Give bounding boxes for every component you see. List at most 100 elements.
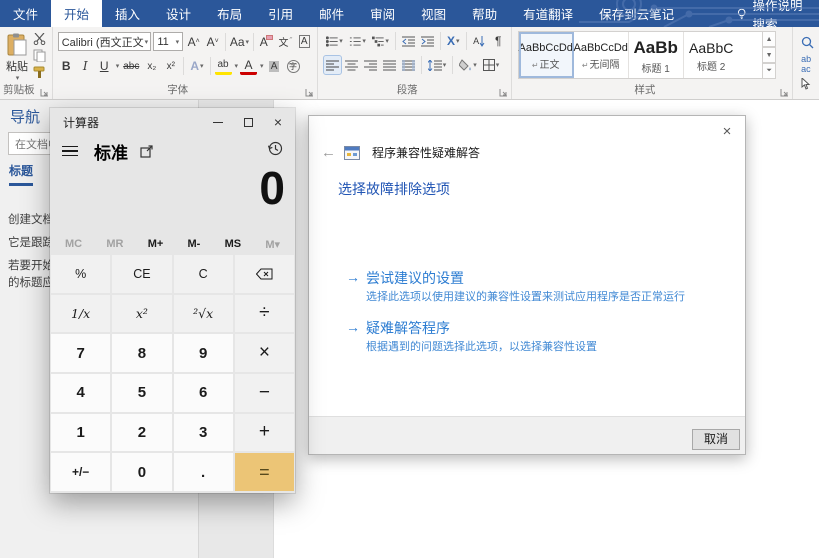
change-case-button[interactable]: Aa▾: [230, 33, 249, 51]
character-shading-button[interactable]: A: [266, 57, 283, 75]
memory-subtract-button[interactable]: M-: [188, 238, 201, 251]
tab-design[interactable]: 设计: [153, 0, 204, 27]
key-equals[interactable]: =: [235, 453, 294, 491]
style-normal[interactable]: AaBbCcDd 正文: [519, 32, 574, 78]
styles-dialog-launcher-icon[interactable]: [780, 88, 789, 97]
tab-help[interactable]: 帮助: [459, 0, 510, 27]
key-7[interactable]: 7: [51, 334, 110, 372]
paste-dropdown-caret[interactable]: ▾: [5, 74, 30, 82]
key-reciprocal[interactable]: 1/x: [51, 295, 110, 333]
strikethrough-button[interactable]: abc: [121, 57, 141, 75]
align-right-button[interactable]: [362, 56, 379, 74]
cancel-button[interactable]: 取消: [692, 429, 740, 450]
key-percent[interactable]: %: [51, 255, 110, 293]
clear-formatting-button[interactable]: A: [258, 33, 275, 51]
key-3[interactable]: 3: [174, 414, 233, 452]
key-subtract[interactable]: −: [235, 374, 294, 412]
bullet-list-button[interactable]: ▾: [324, 32, 345, 50]
memory-flyout-button[interactable]: M▾: [265, 238, 280, 251]
key-backspace[interactable]: [235, 255, 294, 293]
dialog-close-icon[interactable]: ×: [717, 122, 737, 142]
cut-icon[interactable]: [33, 33, 46, 45]
option-try-recommended[interactable]: 尝试建议的设置: [366, 268, 464, 288]
clipboard-dialog-launcher-icon[interactable]: [40, 88, 49, 97]
tab-insert[interactable]: 插入: [102, 0, 153, 27]
highlight-caret[interactable]: ▾: [235, 62, 239, 70]
tab-youdao-translate[interactable]: 有道翻译: [510, 0, 586, 27]
paste-button[interactable]: 粘贴 ▾: [4, 33, 30, 82]
font-color-button[interactable]: A: [240, 57, 257, 75]
multilevel-list-button[interactable]: ▾: [370, 32, 391, 50]
character-border-button[interactable]: A: [296, 33, 313, 51]
increase-indent-button[interactable]: [419, 32, 436, 50]
key-9[interactable]: 9: [174, 334, 233, 372]
format-painter-icon[interactable]: [33, 66, 46, 79]
close-icon[interactable]: ×: [263, 108, 293, 136]
font-name-combo[interactable]: Calibri (西文正文▾: [58, 32, 152, 51]
align-left-button[interactable]: [324, 56, 341, 74]
key-clear-entry[interactable]: CE: [112, 255, 171, 293]
text-effects-button[interactable]: A▾: [188, 57, 205, 75]
tab-view[interactable]: 视图: [408, 0, 459, 27]
tab-home[interactable]: 开始: [51, 0, 102, 27]
underline-button[interactable]: U: [96, 57, 113, 75]
decrease-indent-button[interactable]: [400, 32, 417, 50]
align-center-button[interactable]: [343, 56, 360, 74]
shrink-font-button[interactable]: A˅: [204, 33, 221, 51]
key-6[interactable]: 6: [174, 374, 233, 412]
highlight-color-button[interactable]: ab: [215, 57, 232, 75]
key-square-root[interactable]: ²√x: [174, 295, 233, 333]
underline-caret[interactable]: ▾: [116, 62, 120, 70]
memory-store-button[interactable]: MS: [225, 238, 242, 251]
superscript-button[interactable]: x²: [162, 57, 179, 75]
sort-button[interactable]: A: [471, 32, 488, 50]
phonetic-guide-button[interactable]: 文˝: [277, 33, 294, 51]
style-no-spacing[interactable]: AaBbCcDd 无间隔: [574, 32, 629, 78]
key-multiply[interactable]: ×: [235, 334, 294, 372]
style-heading2[interactable]: AaBbC 标题 2: [684, 32, 739, 78]
show-hide-marks-button[interactable]: ¶: [490, 32, 507, 50]
hamburger-menu-icon[interactable]: [62, 146, 78, 157]
tab-references[interactable]: 引用: [255, 0, 306, 27]
numbered-list-button[interactable]: ▾: [347, 32, 368, 50]
select-button[interactable]: [799, 75, 816, 93]
key-add[interactable]: +: [235, 414, 294, 452]
tab-save-to-cloud-note[interactable]: 保存到云笔记: [586, 0, 687, 27]
grow-font-button[interactable]: A˄: [185, 33, 202, 51]
memory-add-button[interactable]: M+: [148, 238, 164, 251]
justify-button[interactable]: [381, 56, 398, 74]
key-4[interactable]: 4: [51, 374, 110, 412]
tab-layout[interactable]: 布局: [204, 0, 255, 27]
key-5[interactable]: 5: [112, 374, 171, 412]
font-size-combo[interactable]: 11▾: [153, 32, 183, 51]
font-color-caret[interactable]: ▾: [260, 62, 264, 70]
key-0[interactable]: 0: [112, 453, 171, 491]
key-negate[interactable]: +/−: [51, 453, 110, 491]
distribute-button[interactable]: [400, 56, 417, 74]
shading-button[interactable]: ▾: [457, 56, 479, 74]
replace-button[interactable]: abac: [799, 55, 816, 73]
tell-me-search[interactable]: 操作说明搜索: [729, 0, 819, 27]
enclose-characters-button[interactable]: 字: [285, 57, 302, 75]
font-dialog-launcher-icon[interactable]: [305, 88, 314, 97]
styles-scroll-up[interactable]: ▲: [762, 31, 776, 47]
paragraph-dialog-launcher-icon[interactable]: [499, 88, 508, 97]
memory-clear-button[interactable]: MC: [65, 238, 82, 251]
key-divide[interactable]: ÷: [235, 295, 294, 333]
find-button[interactable]: [799, 33, 816, 51]
maximize-icon[interactable]: [233, 108, 263, 136]
tab-file[interactable]: 文件: [0, 0, 51, 27]
key-2[interactable]: 2: [112, 414, 171, 452]
borders-button[interactable]: ▾: [481, 56, 502, 74]
asian-layout-button[interactable]: X▾: [445, 32, 462, 50]
italic-button[interactable]: I: [77, 57, 94, 75]
key-1[interactable]: 1: [51, 414, 110, 452]
style-heading1[interactable]: AaBb 标题 1: [629, 32, 684, 78]
dialog-back-icon[interactable]: ←: [321, 144, 336, 161]
minimize-icon[interactable]: [203, 108, 233, 136]
key-square[interactable]: x²: [112, 295, 171, 333]
option-troubleshoot-program[interactable]: 疑难解答程序: [366, 318, 450, 338]
history-icon[interactable]: [268, 141, 283, 156]
bold-button[interactable]: B: [58, 57, 75, 75]
calculator-titlebar[interactable]: 计算器 ×: [50, 108, 295, 136]
